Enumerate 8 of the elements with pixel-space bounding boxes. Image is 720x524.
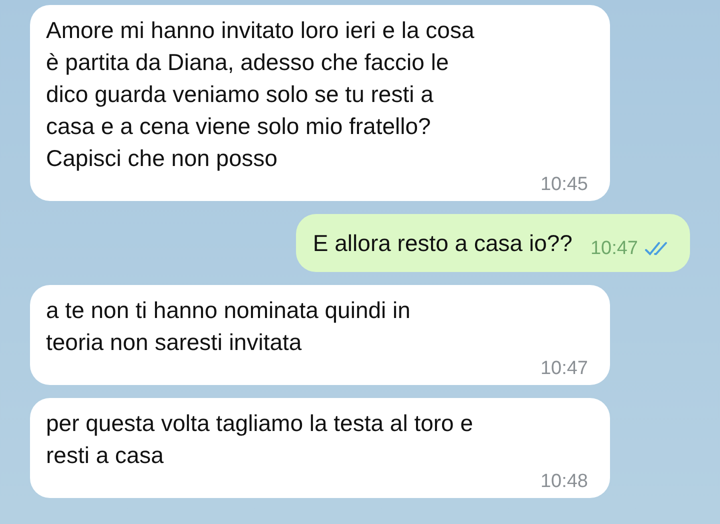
message-text: a te non ti hanno nominata quindi in teoria non saresti invitata [46, 296, 412, 357]
message-text: E allora resto a casa io?? [312, 229, 572, 258]
message-time: 10:48 [540, 471, 588, 493]
message-time: 10:47 [590, 238, 638, 260]
message-time: 10:47 [540, 358, 588, 380]
message-text: per questa volta tagliamo la testa al toro e resti a casa [46, 409, 474, 470]
message-text: Amore mi hanno invitato loro ieri e la cosa è partita da Diana, adesso che faccio le dico guarda veniamo solo se tu resti a casa e a cena viene solo mio fratello? Capisci che non posso [46, 16, 476, 173]
message-time: 10:45 [540, 174, 588, 196]
